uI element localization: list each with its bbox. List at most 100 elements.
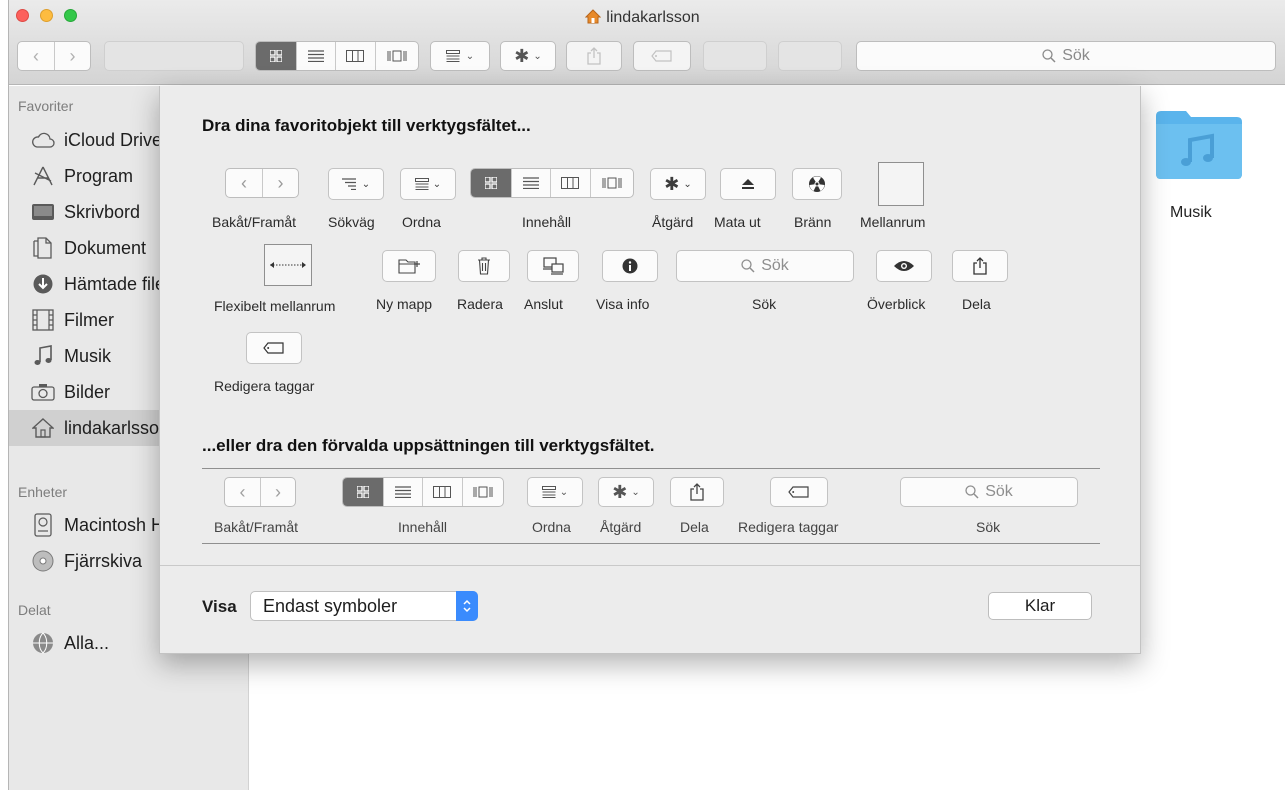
sidebar-item-label: lindakarlsson: [64, 417, 170, 438]
tag-icon: [788, 486, 809, 498]
path-button[interactable]: ⌄: [328, 168, 384, 200]
cloud-icon: [30, 127, 56, 153]
palette-item-label: Bakåt/Framåt: [212, 214, 297, 230]
share-button[interactable]: [566, 41, 622, 71]
palette-item-share[interactable]: Dela: [952, 250, 1008, 312]
view-mode-control[interactable]: [470, 168, 634, 198]
new-folder-button[interactable]: [382, 250, 436, 282]
default-set-heading: ...eller dra den förvalda uppsättningen …: [202, 436, 655, 455]
sidebar-item-label: Alla...: [64, 632, 110, 653]
eject-icon: [742, 179, 754, 189]
list-view-icon[interactable]: [295, 42, 336, 70]
default-item-label: Ordna: [532, 519, 571, 535]
palette-item-arrange[interactable]: ⌄ Ordna: [400, 168, 456, 230]
quick-look-button[interactable]: [876, 250, 932, 282]
palette-item-edit-tags[interactable]: Redigera taggar: [214, 332, 314, 394]
arrange-button[interactable]: ⌄: [400, 168, 456, 200]
back-button[interactable]: ‹: [18, 42, 54, 70]
column-view-icon[interactable]: [335, 42, 375, 70]
default-toolbar-set[interactable]: ‹ › Bakåt/Framåt Innehåll ⌄ Ordna ✱ ⌄ Åt…: [202, 468, 1100, 544]
palette-item-get-info[interactable]: Visa info: [596, 250, 658, 312]
sidebar-item-label: Skrivbord: [64, 201, 141, 222]
palette-item-space[interactable]: Mellanrum: [860, 162, 925, 230]
palette-item-path[interactable]: ⌄ Sökväg: [328, 168, 384, 230]
palette-item-label: Innehåll: [522, 214, 572, 230]
view-mode-control[interactable]: [255, 41, 419, 71]
chevron-down-icon: ⌄: [465, 50, 475, 62]
default-share-button: [670, 477, 724, 507]
palette-item-action[interactable]: ✱ ⌄ Åtgärd: [650, 168, 706, 230]
palette-item-label: Redigera taggar: [214, 378, 315, 394]
delete-button[interactable]: [458, 250, 510, 282]
default-item-label: Innehåll: [398, 519, 448, 535]
icon-view-icon[interactable]: [256, 42, 296, 70]
gear-icon: ✱: [664, 173, 680, 194]
burn-icon: [809, 176, 825, 192]
arrange-button[interactable]: ⌄: [430, 41, 490, 71]
music-folder-icon[interactable]: [1154, 108, 1244, 180]
window-title: lindakarlsson: [0, 9, 1285, 29]
action-button[interactable]: ✱ ⌄: [500, 41, 556, 71]
trash-icon: [478, 257, 490, 275]
favorites-heading: Dra dina favoritobjekt till verktygsfält…: [202, 116, 531, 135]
palette-item-connect[interactable]: Anslut: [524, 250, 579, 312]
default-search-field: Sök: [900, 477, 1078, 507]
action-button[interactable]: ✱ ⌄: [650, 168, 706, 200]
applications-icon: [30, 163, 56, 189]
back-forward-control[interactable]: ‹ ›: [225, 168, 299, 198]
palette-item-flexible-space[interactable]: Flexibelt mellanrum: [214, 244, 335, 314]
palette-item-new-folder[interactable]: Ny mapp: [376, 250, 436, 312]
chevron-down-icon: ⌄: [683, 178, 692, 190]
coverflow-view-icon: [589, 169, 633, 197]
chevron-down-icon: ⌄: [432, 178, 442, 190]
coverflow-view-icon[interactable]: [374, 42, 418, 70]
list-view-icon: [510, 169, 551, 197]
palette-item-label: Radera: [457, 296, 503, 312]
default-item-label: Sök: [976, 519, 1001, 535]
palette-item-burn[interactable]: Bränn: [792, 168, 842, 230]
space-box: [878, 162, 924, 206]
default-edit-tags-button: [770, 477, 828, 507]
palette-item-quick-look[interactable]: Överblick: [867, 250, 932, 312]
burn-button[interactable]: [792, 168, 842, 200]
palette-item-view[interactable]: Innehåll: [470, 168, 634, 230]
search-placeholder: Sök: [761, 257, 789, 274]
palette-item-label: Sök: [752, 296, 777, 312]
search-icon: [965, 485, 979, 499]
sidebar-item-label: Hämtade filer: [64, 273, 172, 294]
music-icon: [30, 343, 56, 369]
palette-item-delete[interactable]: Radera: [457, 250, 510, 312]
edit-tags-button[interactable]: [246, 332, 302, 364]
toolbar-path-well: [104, 41, 244, 71]
film-icon: [30, 307, 56, 333]
document-icon: [30, 235, 56, 261]
toolbar-search-field[interactable]: Sök: [856, 41, 1276, 71]
sidebar-item-label: iCloud Drive: [64, 129, 163, 150]
share-icon: [587, 47, 601, 65]
palette-item-back-forward[interactable]: ‹ › Bakåt/Framåt: [212, 168, 300, 230]
sidebar-item-label: Filmer: [64, 309, 114, 330]
desktop-icon: [30, 199, 56, 225]
back-forward-control[interactable]: ‹ ›: [17, 41, 91, 71]
done-button[interactable]: Klar: [988, 592, 1092, 620]
tag-icon: [263, 342, 284, 354]
palette-item-search[interactable]: Sök Sök: [676, 250, 854, 312]
toolbar-blank-slot: [703, 41, 767, 71]
default-search-placeholder: Sök: [985, 483, 1013, 500]
eject-button[interactable]: [720, 168, 776, 200]
share-button[interactable]: [952, 250, 1008, 282]
connect-button[interactable]: [527, 250, 579, 282]
show-mode-select[interactable]: Endast symboler: [250, 591, 478, 621]
download-icon: [30, 271, 56, 297]
search-field[interactable]: Sök: [676, 250, 854, 282]
gear-icon: ✱: [612, 481, 628, 502]
edit-tags-button[interactable]: [633, 41, 691, 71]
tag-icon: [651, 50, 672, 62]
palette-item-label: Anslut: [524, 296, 563, 312]
palette-item-label: Sökväg: [328, 214, 375, 230]
palette-item-label: Mata ut: [714, 214, 761, 230]
sidebar-header-favorites: Favoriter: [18, 98, 74, 114]
palette-item-eject[interactable]: Mata ut: [714, 168, 776, 230]
get-info-button[interactable]: [602, 250, 658, 282]
forward-button[interactable]: ›: [54, 42, 90, 70]
